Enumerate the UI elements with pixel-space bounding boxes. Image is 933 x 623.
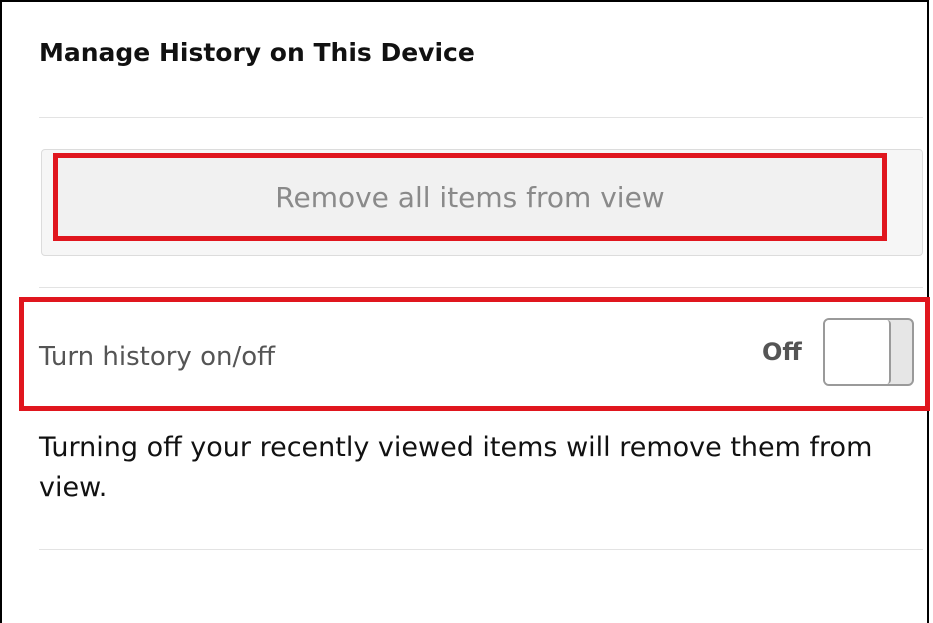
history-toggle-state: Off [762, 338, 802, 366]
history-toggle-label: Turn history on/off [39, 342, 276, 372]
remove-all-items-label: Remove all items from view [275, 180, 665, 214]
section-title: Manage History on This Device [39, 38, 475, 67]
remove-all-items-button[interactable]: Remove all items from view [53, 153, 887, 241]
history-toggle-switch[interactable] [823, 318, 914, 386]
divider-top [39, 117, 923, 118]
history-description: Turning off your recently viewed items w… [39, 432, 873, 503]
divider-middle [39, 287, 923, 288]
toggle-knob [825, 320, 891, 384]
divider-bottom [39, 549, 923, 550]
